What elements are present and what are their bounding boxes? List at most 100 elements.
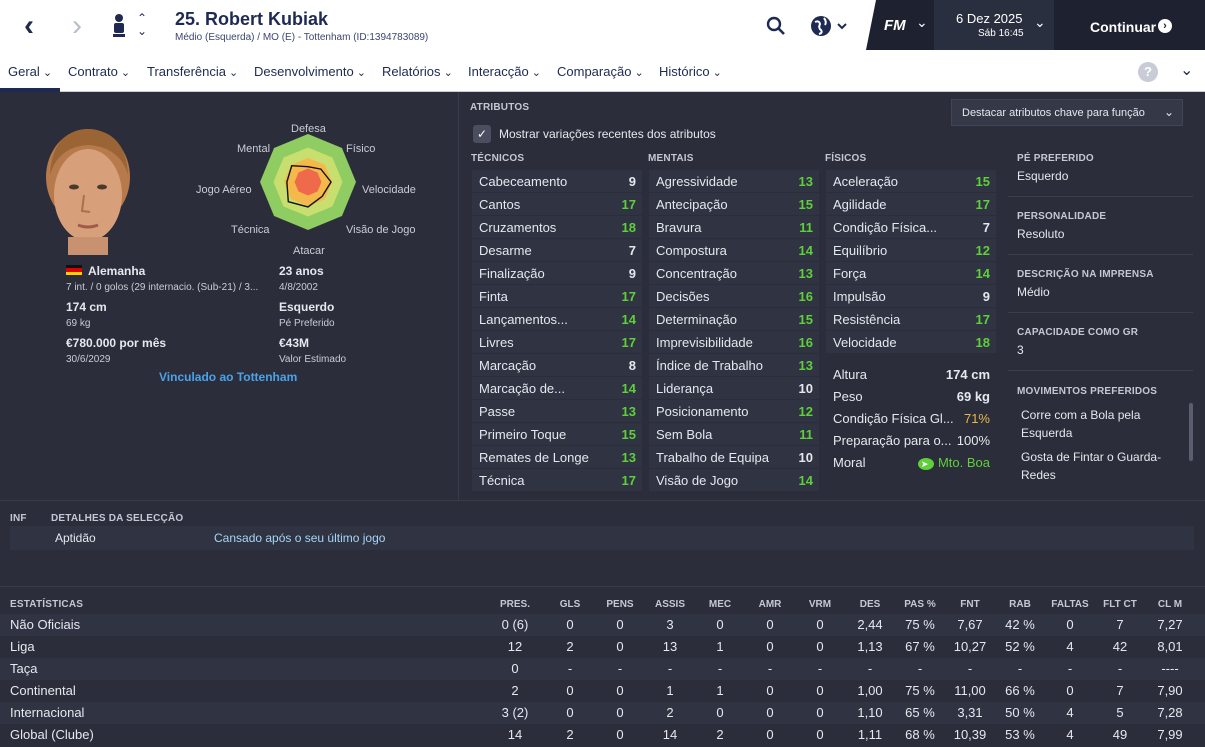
help-icon[interactable]: ? xyxy=(1138,62,1158,82)
physical-info-row: Condição Física Gl... 71% xyxy=(826,407,996,429)
stats-column-header[interactable]: PENS xyxy=(595,599,645,610)
stats-column-header[interactable]: ASSIS xyxy=(645,599,695,610)
stats-cell: 0 xyxy=(766,617,774,632)
stats-column-header[interactable]: PRES. xyxy=(490,599,540,610)
attribute-row[interactable]: Imprevisibilidade 16 xyxy=(649,331,819,353)
tab-interaccao[interactable]: Interacção xyxy=(468,64,541,79)
attribute-row[interactable]: Agilidade 17 xyxy=(826,193,996,215)
attribute-row[interactable]: Aceleração 15 xyxy=(826,170,996,192)
stats-cell: 52 % xyxy=(1005,639,1035,654)
forward-arrow-icon[interactable]: › xyxy=(62,10,92,44)
stats-column-header[interactable]: PAS % xyxy=(895,599,945,610)
date-chevron-icon[interactable]: ⌄ xyxy=(1034,14,1046,31)
moves-scrollbar[interactable] xyxy=(1189,403,1193,461)
stats-row[interactable]: Global (Clube) 14 2 0 14 2 0 0 1,11 68 % 10,39 53 %… xyxy=(0,724,1205,746)
tab-contrato[interactable]: Contrato xyxy=(68,64,130,79)
stats-column-header[interactable]: VRM xyxy=(795,599,845,610)
attribute-row[interactable]: Desarme 7 xyxy=(472,239,642,261)
continue-button[interactable]: Continuar xyxy=(1090,19,1156,35)
continue-arrow-icon[interactable]: › xyxy=(1158,19,1172,33)
stats-column-header[interactable]: RAB xyxy=(995,599,1045,610)
stats-row[interactable]: Taça 0- - - - - - - - - - - - ---- xyxy=(0,658,1205,680)
tab-transferencia[interactable]: Transferência xyxy=(147,64,238,79)
date-block[interactable]: 6 Dez 2025 Sáb 16:45 ⌄ xyxy=(934,0,1054,50)
attribute-row[interactable]: Determinação 15 xyxy=(649,308,819,330)
attribute-row[interactable]: Marcação de... 14 xyxy=(472,377,642,399)
attribute-value: 18 xyxy=(621,220,636,235)
attribute-row[interactable]: Impulsão 9 xyxy=(826,285,996,307)
tab-geral[interactable]: Geral xyxy=(8,64,52,79)
attribute-row[interactable]: Cabeceamento 9 xyxy=(472,170,642,192)
attribute-value: 17 xyxy=(621,335,636,350)
attribute-name: Força xyxy=(833,266,867,281)
fm-chevron-icon[interactable]: ⌄ xyxy=(916,14,928,31)
side-preferred-foot: Esquerdo xyxy=(1017,169,1069,183)
attribute-row[interactable]: Finta 17 xyxy=(472,285,642,307)
attribute-row[interactable]: Velocidade 18 xyxy=(826,331,996,353)
stats-column-header[interactable]: FALTAS xyxy=(1045,599,1095,610)
attribute-row[interactable]: Equilíbrio 12 xyxy=(826,239,996,261)
stats-cell: 1,10 xyxy=(857,705,883,720)
stats-row[interactable]: Continental 2 0 0 1 1 0 0 1,00 75 % 11,00 66 % 0 7 7,9… xyxy=(0,680,1205,702)
attribute-row[interactable]: Marcação 8 xyxy=(472,354,642,376)
stats-panel: ESTATÍSTICAS PRES. GLS PENS ASSIS MEC AMR VRM D… xyxy=(0,586,1205,747)
attribute-value: 16 xyxy=(798,289,813,304)
fm-menu[interactable]: FM ⌄ 6 Dez 2025 Sáb 16:45 ⌄ Continuar › xyxy=(862,0,1205,50)
divider xyxy=(1008,196,1193,197)
attribute-value: 9 xyxy=(982,289,990,304)
club-link[interactable]: Vinculado ao Tottenham xyxy=(159,370,297,384)
attribute-row[interactable]: Técnica 17 xyxy=(472,469,642,491)
attribute-row[interactable]: Posicionamento 12 xyxy=(649,400,819,422)
attribute-row[interactable]: Concentração 13 xyxy=(649,262,819,284)
attribute-row[interactable]: Lançamentos... 14 xyxy=(472,308,642,330)
globe-icon[interactable] xyxy=(810,14,850,43)
attribute-row[interactable]: Primeiro Toque 15 xyxy=(472,423,642,445)
stats-column-header[interactable]: FNT xyxy=(945,599,995,610)
attribute-row[interactable]: Força 14 xyxy=(826,262,996,284)
stats-cell: 7 xyxy=(1116,617,1124,632)
stats-column-header[interactable]: AMR xyxy=(745,599,795,610)
attribute-row[interactable]: Índice de Trabalho 13 xyxy=(649,354,819,376)
more-chevron-icon[interactable]: ⌄ xyxy=(1180,60,1193,80)
stats-column-header[interactable]: MEC xyxy=(695,599,745,610)
tab-desenvolvimento[interactable]: Desenvolvimento xyxy=(254,64,366,79)
tab-historico[interactable]: Histórico xyxy=(659,64,722,79)
attributes-title: ATRIBUTOS xyxy=(470,102,530,113)
player-subtitle: Médio (Esquerda) / MO (E) - Tottenham (I… xyxy=(175,32,429,43)
attribute-row[interactable]: Condição Física... 7 xyxy=(826,216,996,238)
attribute-row[interactable]: Cantos 17 xyxy=(472,193,642,215)
stats-column-header[interactable]: CL M xyxy=(1145,599,1195,610)
back-arrow-icon[interactable]: ‹ xyxy=(14,10,44,44)
attribute-row[interactable]: Decisões 16 xyxy=(649,285,819,307)
attribute-row[interactable]: Cruzamentos 18 xyxy=(472,216,642,238)
stats-cell: - xyxy=(1067,661,1073,676)
stats-column-header[interactable]: GLS xyxy=(545,599,595,610)
attribute-row[interactable]: Finalização 9 xyxy=(472,262,642,284)
attribute-row[interactable]: Liderança 10 xyxy=(649,377,819,399)
stats-column-header[interactable]: FLT CT xyxy=(1095,599,1145,610)
stats-row[interactable]: Não Oficiais 0 (6) 0 0 3 0 0 0 2,44 75 % 7,67 42 % 0… xyxy=(0,614,1205,636)
attribute-row[interactable]: Bravura 11 xyxy=(649,216,819,238)
attribute-row[interactable]: Visão de Jogo 14 xyxy=(649,469,819,491)
attribute-row[interactable]: Livres 17 xyxy=(472,331,642,353)
stats-row[interactable]: Liga 12 2 0 13 1 0 0 1,13 67 % 10,27 52 % 4 42 8,01 xyxy=(0,636,1205,658)
stats-cell: 13 xyxy=(662,639,678,654)
attribute-row[interactable]: Compostura 14 xyxy=(649,239,819,261)
stats-row[interactable]: Internacional 3 (2) 0 0 2 0 0 0 1,10 65 % 3,31 50 %… xyxy=(0,702,1205,724)
attribute-row[interactable]: Resistência 17 xyxy=(826,308,996,330)
attribute-row[interactable]: Passe 13 xyxy=(472,400,642,422)
tab-relatorios[interactable]: Relatórios xyxy=(382,64,453,79)
player-switch-icon[interactable]: ⌃ ⌄ xyxy=(137,12,147,38)
attribute-row[interactable]: Remates de Longe 13 xyxy=(472,446,642,468)
search-icon[interactable] xyxy=(766,16,786,41)
attribute-row[interactable]: Antecipação 15 xyxy=(649,193,819,215)
tab-comparacao[interactable]: Comparação xyxy=(557,64,644,79)
stats-cell: 2,44 xyxy=(857,617,883,632)
attribute-row[interactable]: Trabalho de Equipa 10 xyxy=(649,446,819,468)
show-changes-checkbox[interactable]: ✓ xyxy=(473,125,491,143)
attribute-row[interactable]: Sem Bola 11 xyxy=(649,423,819,445)
stats-cell: - xyxy=(917,661,923,676)
stats-column-header[interactable]: DES xyxy=(845,599,895,610)
aptitude-label: Aptidão xyxy=(55,531,96,545)
attribute-row[interactable]: Agressividade 13 xyxy=(649,170,819,192)
